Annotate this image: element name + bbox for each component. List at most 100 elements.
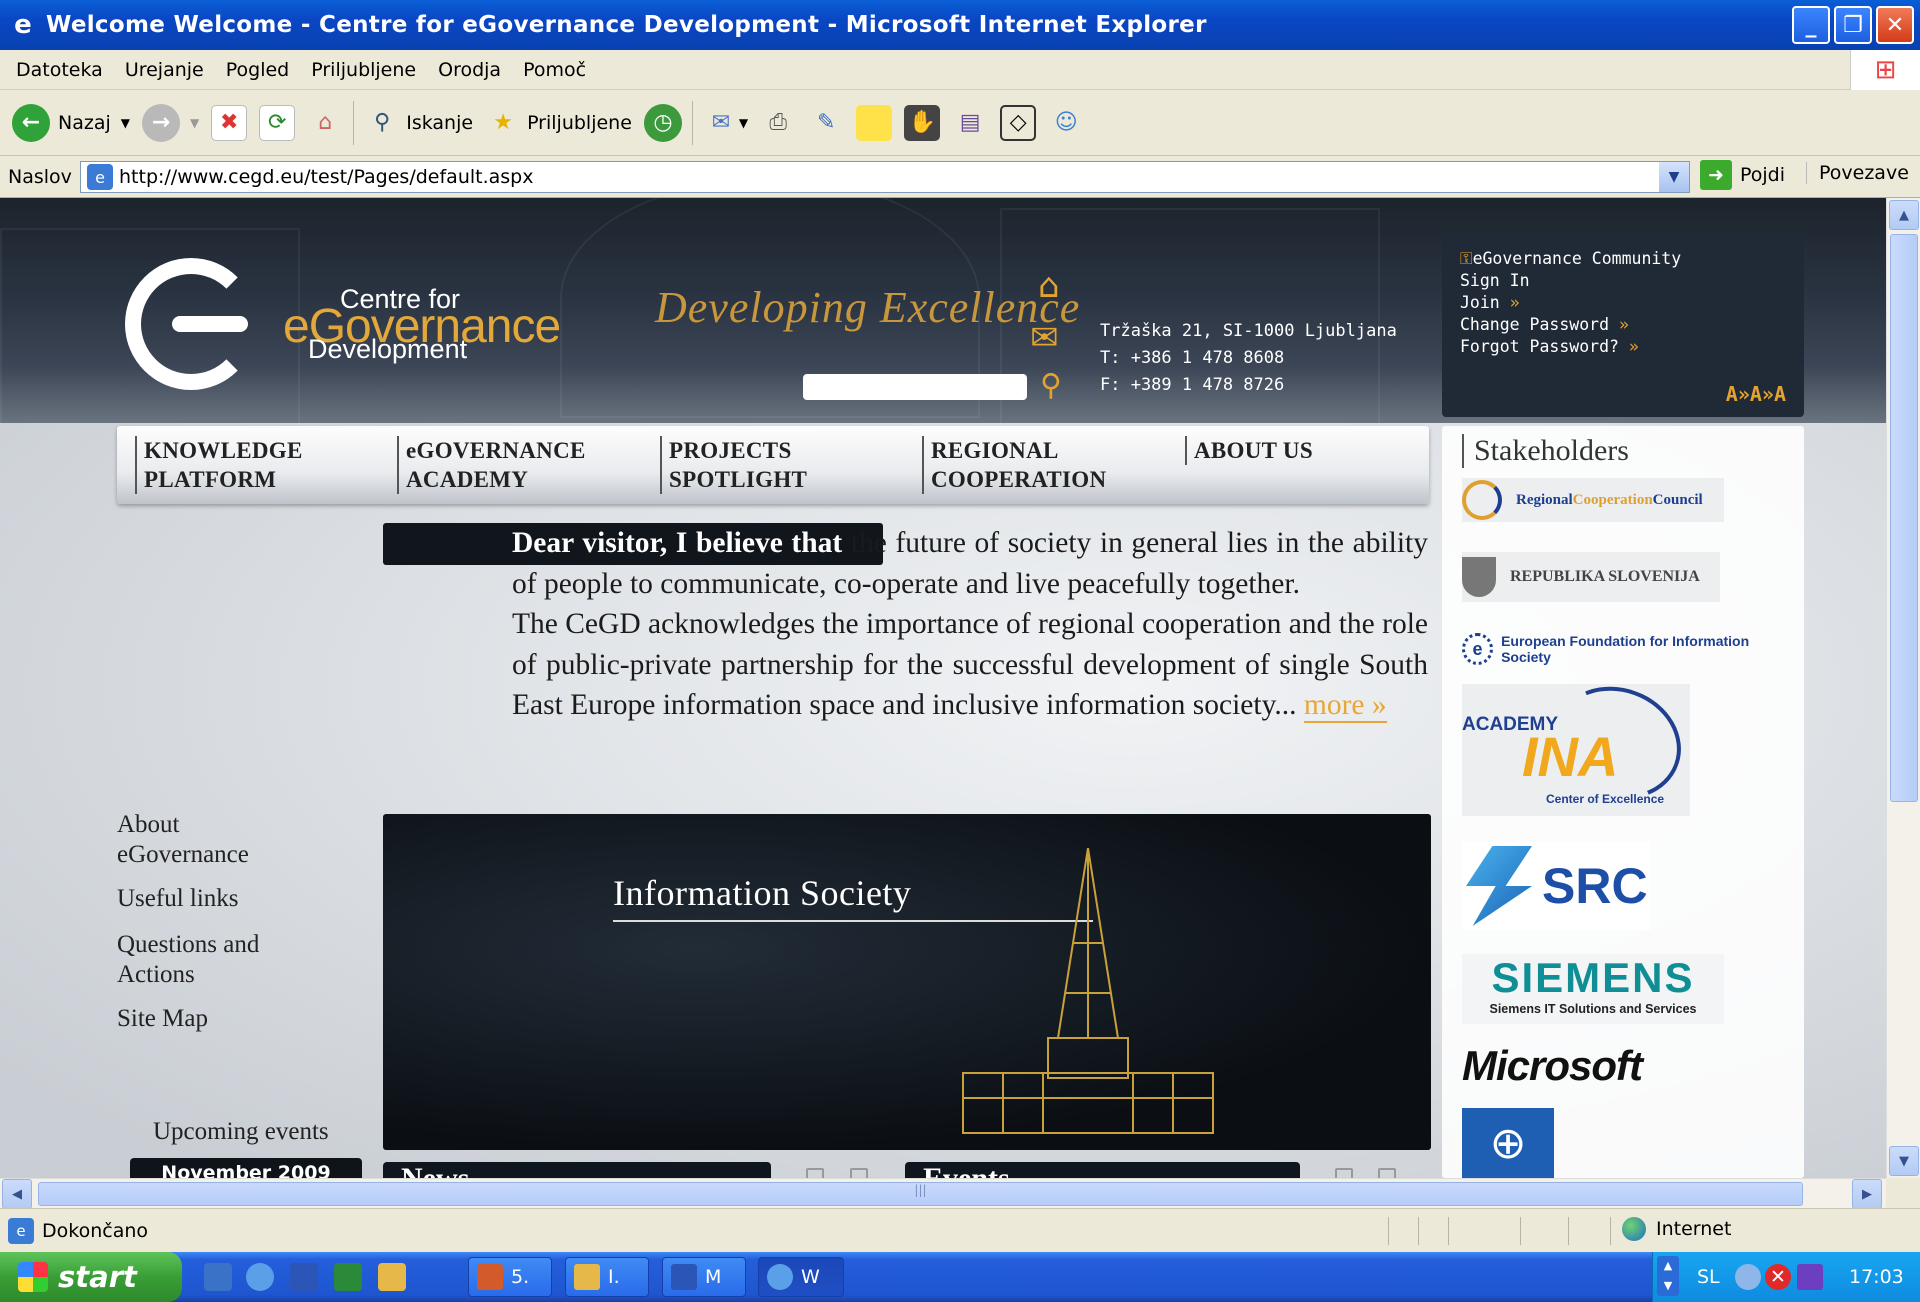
nav-regional-cooperation[interactable]: REGIONAL COOPERATION <box>922 436 1106 494</box>
menu-help[interactable]: Pomoč <box>523 59 586 81</box>
quicklaunch-icon[interactable] <box>204 1263 232 1291</box>
hand-icon[interactable]: ✋ <box>904 104 941 141</box>
ina-logo[interactable]: ACADEMY INA Center of Excellence <box>1462 669 1697 817</box>
research-icon[interactable]: ▤ <box>952 105 988 141</box>
horizontal-scroll-thumb[interactable]: ||| <box>38 1182 1803 1206</box>
more-link[interactable]: more » <box>1303 689 1387 723</box>
scroll-up-icon[interactable]: ▲ <box>1889 200 1919 230</box>
nav-projects-spotlight[interactable]: PROJECTS SPOTLIGHT <box>660 436 807 494</box>
siemens-logo[interactable]: SIEMENS Siemens IT Solutions and Service… <box>1462 954 1724 1024</box>
siemens-subtitle: Siemens IT Solutions and Services <box>1489 1002 1697 1016</box>
nav-egovernance-academy[interactable]: eGOVERNANCE ACADEMY <box>397 436 586 494</box>
nav-knowledge-platform[interactable]: KNOWLEDGE PLATFORM <box>135 436 303 494</box>
left-link-useful-links[interactable]: Useful links <box>117 884 239 914</box>
nav-label: PLATFORM <box>144 467 277 492</box>
ie-quicklaunch-icon[interactable] <box>246 1263 274 1291</box>
scroll-right-icon[interactable]: ▶ <box>1852 1179 1882 1209</box>
address-field[interactable]: e http://www.cegd.eu/test/Pages/default.… <box>80 161 1690 193</box>
menu-file[interactable]: Datoteka <box>16 59 103 81</box>
taskbar-item[interactable]: 5. <box>468 1257 552 1297</box>
microsoft-logo[interactable]: Microsoft <box>1462 1036 1702 1096</box>
news-tab[interactable]: News <box>383 1162 771 1178</box>
home-icon[interactable]: ⌂ <box>1038 266 1060 306</box>
left-link-about-egovernance[interactable]: About eGovernance <box>117 810 287 870</box>
refresh-icon[interactable]: ⟳ <box>259 104 296 141</box>
calendar-month[interactable]: November 2009 <box>130 1158 362 1178</box>
chevron-down-icon[interactable]: ▼ <box>739 116 748 130</box>
security-alert-icon[interactable]: ✕ <box>1765 1264 1791 1290</box>
horizontal-scrollbar[interactable]: ◀ ||| ▶ <box>0 1178 1886 1209</box>
taskbar-item-active[interactable]: W <box>758 1257 844 1297</box>
scroll-down-icon[interactable]: ▼ <box>1889 1146 1919 1176</box>
start-button[interactable]: start <box>0 1252 182 1302</box>
network-icon[interactable] <box>1735 1264 1761 1290</box>
home-icon[interactable]: ⌂ <box>307 105 343 141</box>
events-tab[interactable]: Events <box>905 1162 1300 1178</box>
mail-icon[interactable]: ✉ <box>1030 318 1059 358</box>
un-logo[interactable]: ⊕ <box>1462 1108 1554 1178</box>
title-bar[interactable]: e Welcome Welcome - Centre for eGovernan… <box>0 0 1920 50</box>
forgot-password-link[interactable]: Forgot Password? <box>1460 337 1619 356</box>
mail-icon[interactable] <box>1378 1168 1396 1178</box>
restore-button[interactable]: ❐ <box>1834 6 1872 44</box>
tray-app-icon[interactable] <box>1797 1264 1823 1290</box>
folder-quicklaunch-icon[interactable] <box>378 1263 406 1291</box>
join-link[interactable]: Join <box>1460 293 1500 312</box>
rcc-logo[interactable]: Regional Cooperation Council <box>1462 478 1724 522</box>
nav-label: eGOVERNANCE <box>406 438 586 463</box>
chevron-down-icon[interactable]: ▼ <box>1659 162 1689 192</box>
back-button[interactable]: ← Nazaj ▼ <box>12 103 130 142</box>
change-password-link[interactable]: Change Password <box>1460 315 1609 334</box>
search-icon[interactable]: ⚲ <box>1040 368 1062 403</box>
links-button[interactable]: Povezave <box>1806 162 1909 184</box>
slovenia-logo[interactable]: REPUBLIKA SLOVENIJA <box>1462 552 1720 602</box>
efis-logo[interactable]: e European Foundation for Information So… <box>1462 630 1792 668</box>
menu-tools[interactable]: Orodja <box>438 59 501 81</box>
taskbar-item[interactable]: I. <box>565 1257 649 1297</box>
left-link-questions[interactable]: Questions and Actions <box>117 930 297 990</box>
chevron-down-icon[interactable]: ▼ <box>190 116 199 130</box>
word-quicklaunch-icon[interactable] <box>290 1263 318 1291</box>
excel-quicklaunch-icon[interactable] <box>334 1263 362 1291</box>
minimize-button[interactable]: _ <box>1792 6 1830 44</box>
nav-about-us[interactable]: ABOUT US <box>1185 436 1313 465</box>
toolbar-separator <box>691 100 693 145</box>
go-button[interactable]: ➜ Pojdi <box>1700 160 1785 190</box>
edit-icon[interactable]: ✎ <box>808 105 844 141</box>
print-icon[interactable] <box>806 1168 824 1178</box>
tray-expand-icon[interactable]: ▲ ▼ <box>1657 1256 1679 1296</box>
menu-view[interactable]: Pogled <box>226 59 290 81</box>
print-icon[interactable]: ⎙ <box>760 105 796 141</box>
mail-icon[interactable] <box>850 1168 868 1178</box>
site-search-input[interactable] <box>803 374 1027 400</box>
messenger-icon[interactable]: ☺ <box>1048 105 1084 141</box>
mail-icon[interactable]: ✉ <box>703 105 739 141</box>
banner[interactable]: Information Society <box>383 814 1431 1150</box>
taskbar-item[interactable]: M <box>662 1257 746 1297</box>
forward-button[interactable]: → ▼ <box>142 103 199 142</box>
search-button[interactable]: ⚲ Iskanje <box>364 105 473 141</box>
history-icon[interactable]: ◷ <box>643 103 682 142</box>
task-label: 5. <box>511 1266 530 1288</box>
chevron-down-icon[interactable]: ▼ <box>121 116 130 130</box>
stop-icon[interactable]: ✖ <box>211 104 248 141</box>
language-indicator[interactable]: SL <box>1697 1266 1720 1288</box>
scroll-left-icon[interactable]: ◀ <box>2 1179 32 1209</box>
menu-edit[interactable]: Urejanje <box>125 59 204 81</box>
left-link-site-map[interactable]: Site Map <box>117 1004 208 1034</box>
vertical-scroll-thumb[interactable] <box>1890 234 1918 802</box>
clock[interactable]: 17:03 <box>1849 1266 1904 1288</box>
menu-favorites[interactable]: Priljubljene <box>311 59 416 81</box>
print-icon[interactable] <box>1335 1168 1353 1178</box>
logo-line3[interactable]: Development <box>308 334 467 365</box>
security-zone[interactable]: Internet <box>1622 1217 1731 1241</box>
source-icon[interactable]: ◇ <box>1000 104 1037 141</box>
close-button[interactable]: ✕ <box>1876 6 1914 44</box>
vertical-scrollbar[interactable]: ▲ ▼ <box>1886 198 1920 1178</box>
address-url[interactable]: http://www.cegd.eu/test/Pages/default.as… <box>119 166 533 188</box>
font-size-selector[interactable]: A»A»A <box>1726 383 1786 405</box>
favorites-button[interactable]: ★ Priljubljene <box>485 105 632 141</box>
sign-in-link[interactable]: Sign In <box>1460 270 1786 292</box>
src-logo[interactable]: SRC <box>1462 842 1650 930</box>
note-icon[interactable] <box>856 104 893 141</box>
